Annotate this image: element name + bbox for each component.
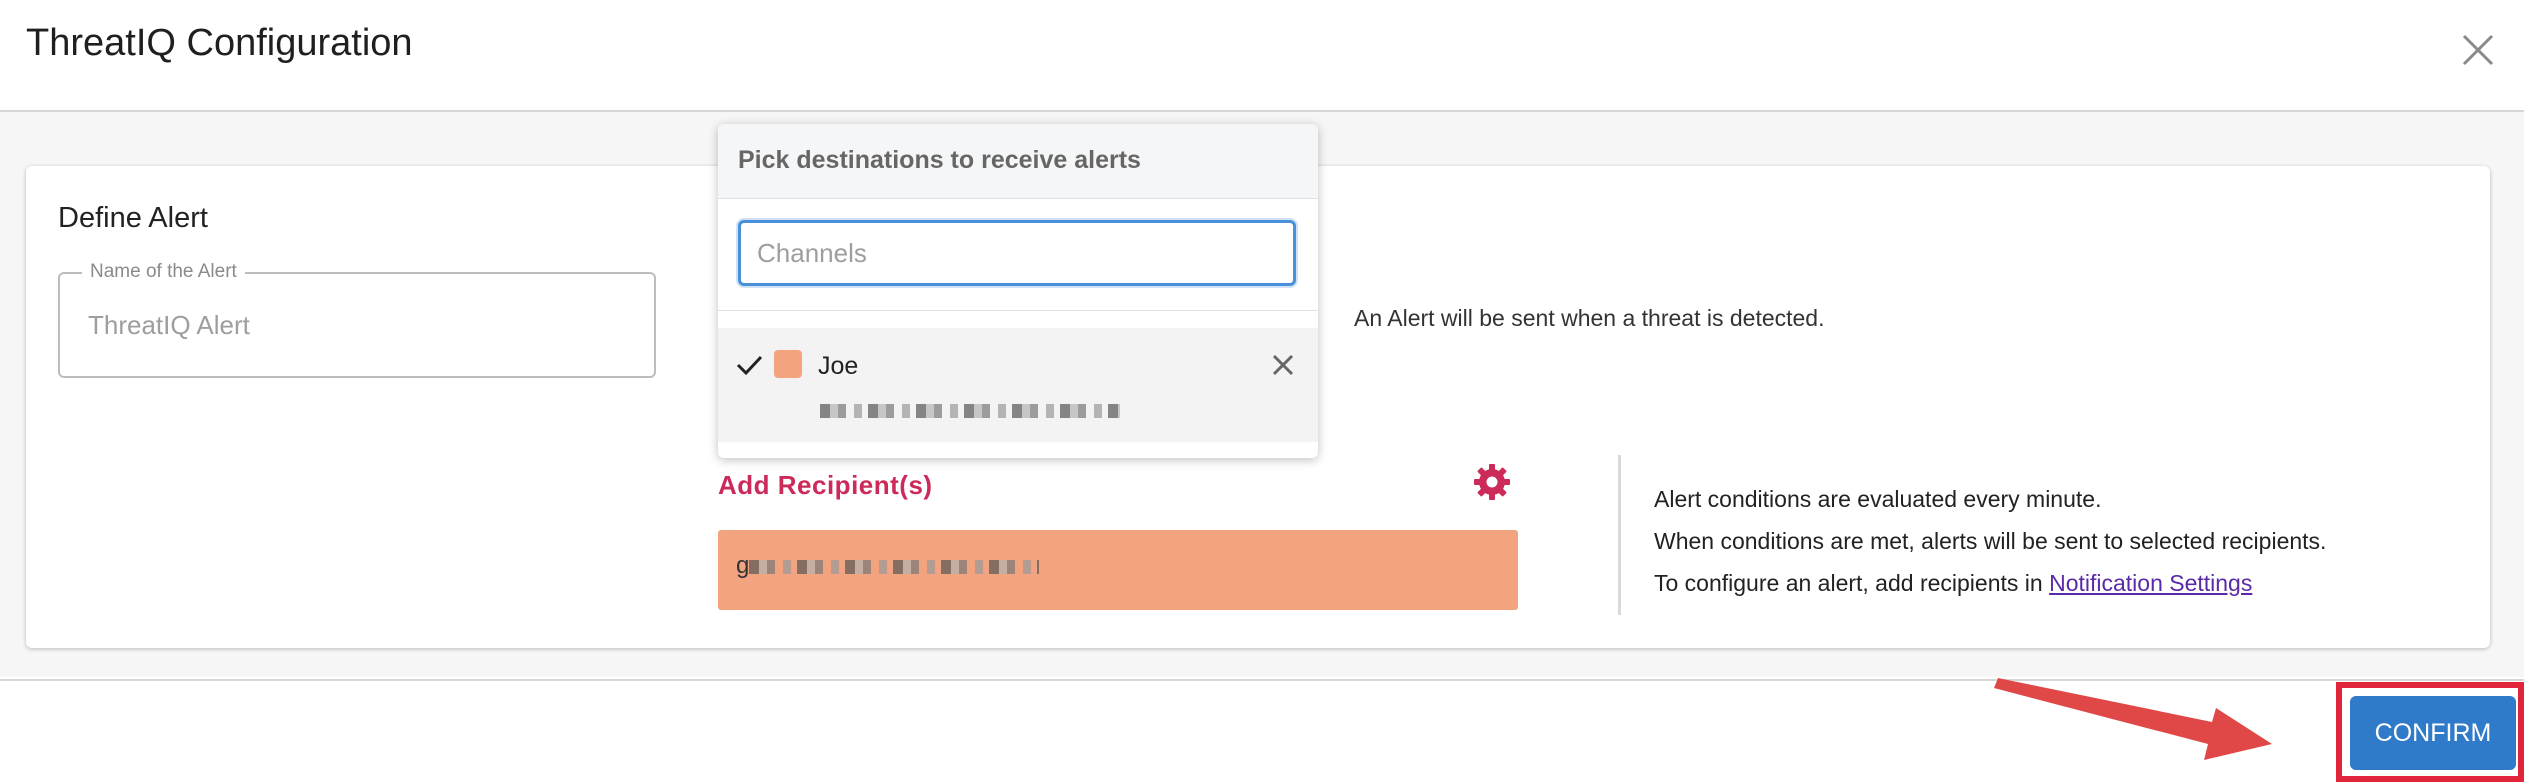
destinations-dropdown: Pick destinations to receive alerts Joe — [718, 124, 1318, 458]
add-recipients-label[interactable]: Add Recipient(s) — [718, 470, 933, 501]
gear-icon[interactable] — [1472, 462, 1512, 502]
dropdown-title: Pick destinations to receive alerts — [738, 146, 1141, 174]
channel-detail-redacted — [820, 402, 1120, 420]
info-panel: Alert conditions are evaluated every min… — [1654, 478, 2326, 604]
vertical-divider — [1618, 455, 1621, 615]
alert-name-fieldset: Name of the Alert — [58, 261, 656, 378]
dialog-header: ThreatIQ Configuration — [0, 0, 2524, 112]
arrow-annotation-icon — [1994, 678, 2272, 760]
channel-color-swatch — [774, 350, 802, 378]
close-icon[interactable] — [2452, 24, 2504, 76]
confirm-button[interactable]: CONFIRM — [2350, 696, 2516, 770]
alert-name-input[interactable] — [86, 300, 630, 350]
dropdown-header: Pick destinations to receive alerts — [718, 124, 1318, 199]
redacted-email — [749, 559, 1040, 574]
recipient-chip[interactable]: g — [718, 530, 1518, 610]
section-title: Define Alert — [58, 202, 208, 234]
recipient-chip-prefix: g — [736, 552, 750, 579]
dropdown-separator — [718, 310, 1318, 311]
remove-icon[interactable] — [1268, 350, 1298, 380]
recipient-chip-text: g — [736, 552, 1040, 580]
info-line: To configure an alert, add recipients in — [1654, 570, 2043, 596]
notification-settings-link[interactable]: Notification Settings — [2049, 570, 2252, 596]
dropdown-item[interactable]: Joe — [718, 328, 1318, 442]
check-icon — [736, 355, 763, 376]
info-line-config: To configure an alert, add recipients in… — [1654, 562, 2326, 604]
dialog-title: ThreatIQ Configuration — [26, 22, 413, 64]
info-line: When conditions are met, alerts will be … — [1654, 528, 2327, 554]
info-line: Alert conditions are evaluated every min… — [1654, 486, 2102, 512]
channels-search-input[interactable] — [738, 220, 1296, 286]
redacted-text — [820, 403, 1120, 418]
alert-name-label: Name of the Alert — [82, 261, 245, 283]
alert-note: An Alert will be sent when a threat is d… — [1354, 305, 1825, 331]
channel-name: Joe — [818, 352, 859, 380]
